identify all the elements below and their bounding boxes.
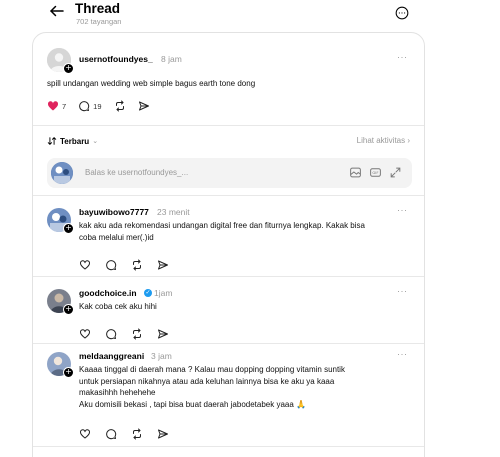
comment-bubble-icon (106, 260, 117, 271)
repost-icon (133, 428, 141, 440)
comment-bubble-icon (106, 429, 117, 440)
comment-button[interactable] (105, 428, 117, 440)
comment-text: Kak coba cek aku hihi (79, 301, 414, 313)
comment-line: makasihhh hehehehe (79, 388, 156, 397)
comment-line: Kak coba cek aku hihi (79, 302, 157, 311)
view-activity-label: Lihat aktivitas (356, 136, 406, 145)
comment-line: untuk persiapan nikahnya atau ada keluha… (79, 376, 335, 386)
sort-label: Terbaru (60, 136, 90, 146)
comment-username[interactable]: bayuwibowo7777 (79, 207, 149, 217)
reply-placeholder: Balas ke usernotfoundyes_... (85, 168, 189, 177)
comment-bubble-icon (106, 329, 117, 340)
follow-plus-icon[interactable]: + (63, 223, 74, 234)
comment-bubble-icon (79, 101, 90, 112)
follow-plus-icon[interactable]: + (63, 63, 74, 74)
comment-username[interactable]: goodchoice.in (79, 288, 137, 298)
comment-line: coba melalui mer(.)id (79, 232, 154, 242)
send-icon (158, 429, 168, 439)
comment-button[interactable]: 19 (78, 100, 102, 112)
thread-card: + usernotfoundyes_ 8 jam ··· spill undan… (32, 32, 425, 457)
post-time: 8 jam (161, 54, 182, 64)
comment-time: 23 menit (157, 207, 190, 217)
comment-time: 1jam (154, 288, 173, 298)
follow-plus-icon[interactable]: + (63, 367, 74, 378)
repost-icon (133, 328, 141, 340)
expand-icon[interactable] (389, 166, 402, 179)
image-icon[interactable] (349, 166, 362, 179)
main-post: + usernotfoundyes_ 8 jam ··· spill undan… (33, 33, 424, 123)
avatar (51, 162, 73, 184)
like-button[interactable] (79, 328, 91, 340)
heart-icon (80, 329, 90, 339)
reply-input[interactable]: Balas ke usernotfoundyes_... GIF (47, 158, 412, 188)
repost-icon (133, 259, 141, 271)
post-actions: 7 19 (47, 99, 162, 113)
send-icon (138, 101, 149, 111)
gif-icon[interactable]: GIF (369, 166, 382, 179)
comment-time: 3 jam (151, 351, 172, 361)
view-count: 702 tayangan (76, 17, 122, 26)
share-button[interactable] (138, 100, 150, 112)
divider (33, 343, 424, 344)
like-button[interactable]: 7 (47, 100, 66, 112)
top-bar: Thread 702 tayangan (0, 0, 500, 30)
repost-button[interactable] (131, 328, 143, 340)
like-button[interactable] (79, 259, 91, 271)
comment-line: kak aku ada rekomendasi undangan digital… (79, 221, 365, 230)
comment-button[interactable] (105, 259, 117, 271)
share-button[interactable] (157, 328, 169, 340)
comment-count: 19 (93, 101, 102, 111)
comment-actions (79, 428, 183, 440)
comment-text: kak aku ada rekomendasi undangan digital… (79, 220, 414, 243)
comment-text: Kaaaa tinggal di daerah mana ? Kalau mau… (79, 364, 414, 410)
page-title: Thread (75, 1, 121, 16)
comment-actions (79, 328, 183, 340)
comment-button[interactable] (105, 328, 117, 340)
repost-icon (115, 100, 124, 112)
repost-button[interactable] (131, 428, 143, 440)
chevron-down-icon: ⌄ (92, 138, 99, 145)
divider (33, 276, 424, 277)
svg-text:GIF: GIF (372, 170, 378, 175)
comment-more-icon[interactable]: ··· (397, 286, 408, 296)
send-icon (158, 329, 168, 339)
comment-more-icon[interactable]: ··· (397, 205, 408, 215)
verified-badge-icon: ✓ (144, 289, 152, 297)
heart-icon (47, 101, 59, 111)
send-icon (158, 260, 168, 270)
share-button[interactable] (157, 259, 169, 271)
view-activity-link[interactable]: Lihat aktivitas › (357, 136, 410, 145)
arrow-left-icon[interactable] (48, 2, 66, 20)
like-button[interactable] (79, 428, 91, 440)
sort-arrows-icon (47, 137, 57, 145)
follow-plus-icon[interactable]: + (63, 304, 74, 315)
post-more-icon[interactable]: ··· (397, 52, 408, 62)
repost-button[interactable] (114, 100, 126, 112)
comment-username[interactable]: meldaanggreani (79, 351, 144, 361)
comment-actions (79, 259, 183, 271)
comment-more-icon[interactable]: ··· (397, 349, 408, 359)
heart-icon (80, 429, 90, 439)
post-text: spill undangan wedding web simple bagus … (47, 79, 256, 88)
divider (33, 125, 424, 126)
share-button[interactable] (157, 428, 169, 440)
comment-line: Aku domisili bekasi , tapi bisa buat dae… (79, 399, 306, 409)
post-username[interactable]: usernotfoundyes_ (79, 54, 153, 64)
comment-line: Kaaaa tinggal di daerah mana ? Kalau mau… (79, 365, 345, 374)
sort-dropdown[interactable]: Terbaru ⌄ (47, 136, 98, 146)
more-circle-icon[interactable] (395, 6, 409, 20)
divider (33, 195, 424, 196)
divider (33, 446, 424, 447)
repost-button[interactable] (131, 259, 143, 271)
like-count: 7 (62, 101, 67, 111)
heart-icon (80, 260, 90, 270)
